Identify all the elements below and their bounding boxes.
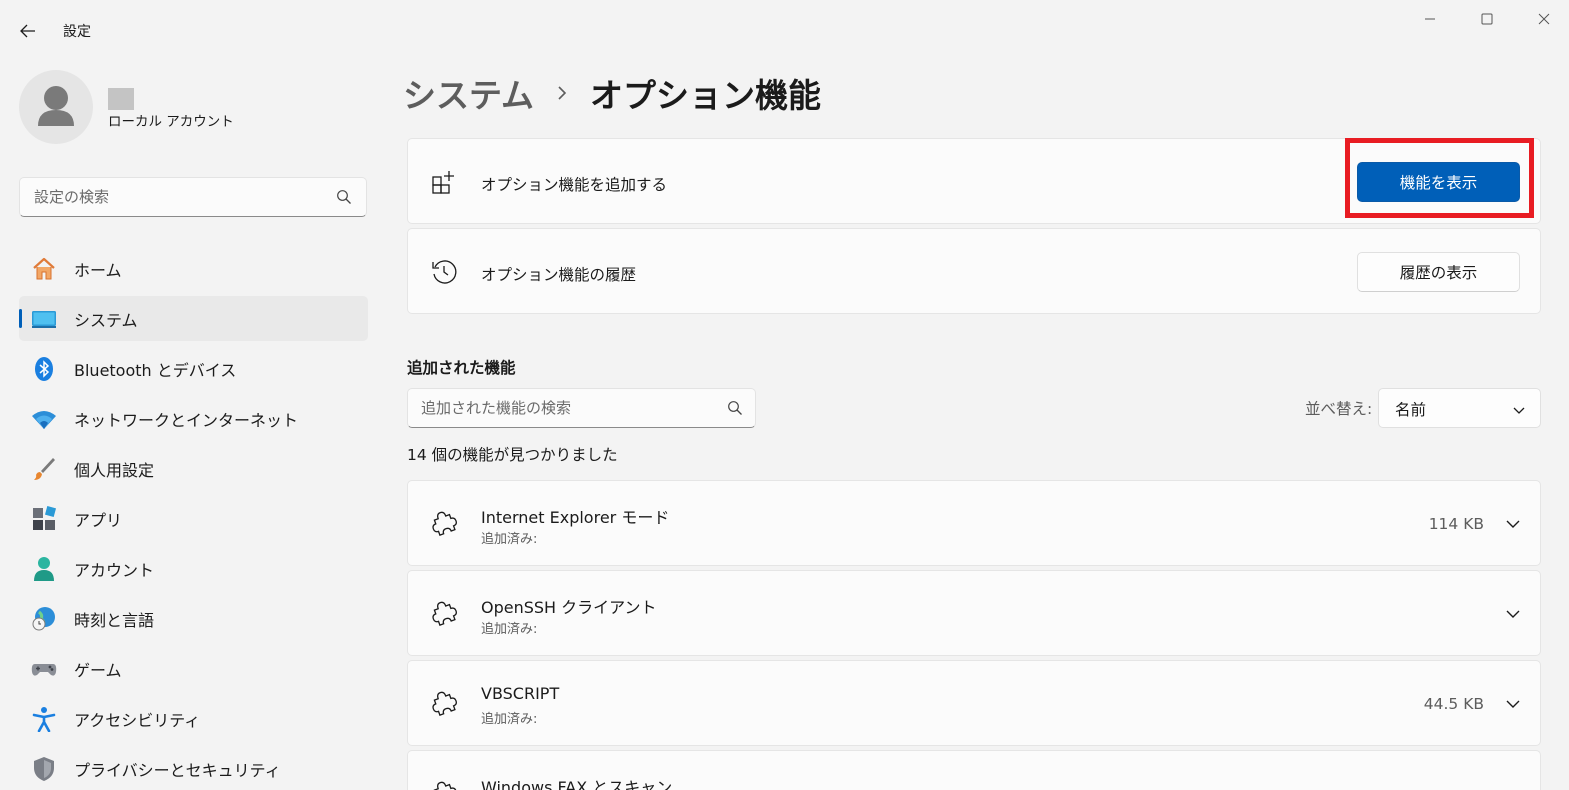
feature-history-card: オプション機能の履歴 履歴の表示 [407,228,1541,314]
feature-name: Internet Explorer モード [481,508,670,527]
back-button[interactable] [12,16,44,46]
bluetooth-icon [31,356,57,382]
feature-row[interactable]: Internet Explorer モード 追加済み: 114 KB [407,480,1541,566]
sidebar-item-gaming[interactable]: ゲーム [19,646,368,691]
sidebar-item-accessibility[interactable]: アクセシビリティ [19,696,368,741]
feature-count-text: 14 個の機能が見つかりました [407,446,618,464]
feature-name: OpenSSH クライアント [481,598,657,617]
sidebar-item-label: システム [74,310,138,330]
close-icon [1538,13,1550,25]
search-icon[interactable] [727,400,743,416]
added-features-heading: 追加された機能 [407,359,516,377]
puzzle-piece-icon [430,689,458,717]
chevron-down-icon[interactable] [1504,695,1522,713]
wifi-icon [31,406,57,432]
feature-row[interactable]: OpenSSH クライアント 追加済み: [407,570,1541,656]
sidebar-item-label: ネットワークとインターネット [74,410,299,430]
sidebar-nav: ホーム システム Bluetooth とデバイス ネットワークとインターネット … [19,246,368,790]
sidebar-item-label: ホーム [74,260,122,280]
sidebar-item-time-language[interactable]: 時刻と言語 [19,596,368,641]
minimize-icon [1425,18,1435,20]
chevron-right-icon [556,85,568,101]
feature-row[interactable]: Windows FAX とスキャン [407,750,1541,790]
sidebar-item-label: アプリ [74,510,123,530]
sidebar-item-privacy[interactable]: プライバシーとセキュリティ [19,746,368,790]
sidebar-item-network[interactable]: ネットワークとインターネット [19,396,368,441]
add-feature-label: オプション機能を追加する [481,176,668,194]
add-apps-icon [430,168,458,196]
time-language-icon [31,606,57,632]
chevron-down-icon[interactable] [1504,515,1522,533]
feature-name: Windows FAX とスキャン [481,778,673,790]
view-history-button[interactable]: 履歴の表示 [1357,252,1520,292]
user-silhouette-icon [38,86,74,126]
sort-dropdown[interactable]: 名前 [1378,388,1541,428]
sidebar-item-label: アクセシビリティ [74,710,201,730]
feature-status: 追加済み: [481,532,538,547]
brush-icon [31,456,57,482]
account-icon [31,556,57,582]
chevron-down-icon [1512,402,1526,416]
close-button[interactable] [1524,8,1564,30]
sidebar-item-label: Bluetooth とデバイス [74,360,237,380]
search-icon[interactable] [336,189,352,205]
sort-label: 並べ替え: [1305,400,1373,418]
added-features-search-input[interactable] [421,397,711,419]
minimize-button[interactable] [1410,8,1450,30]
sidebar-item-apps[interactable]: アプリ [19,496,368,541]
account-type-label: ローカル アカウント [108,114,234,130]
sidebar-item-personalization[interactable]: 個人用設定 [19,446,368,491]
sidebar-item-bluetooth[interactable]: Bluetooth とデバイス [19,346,368,391]
puzzle-piece-icon [430,599,458,627]
feature-status: 追加済み: [481,712,538,727]
highlight-annotation [1345,138,1534,218]
sidebar-item-home[interactable]: ホーム [19,246,368,291]
settings-search-input[interactable] [34,186,324,208]
user-name-redacted [108,88,134,110]
sidebar-item-accounts[interactable]: アカウント [19,546,368,591]
title-bar: 設定 [0,0,1569,58]
feature-size: 114 KB [1428,515,1484,533]
feature-row[interactable]: VBSCRIPT 追加済み: 44.5 KB [407,660,1541,746]
feature-status: 追加済み: [481,622,538,637]
page-title: オプション機能 [590,76,822,115]
sidebar-item-label: 時刻と言語 [74,610,155,630]
maximize-button[interactable] [1467,8,1507,30]
system-icon [31,306,57,332]
settings-search-box[interactable] [19,177,367,217]
sidebar-item-label: アカウント [74,560,155,580]
app-title: 設定 [63,24,91,40]
chevron-down-icon[interactable] [1504,605,1522,623]
sidebar-item-label: ゲーム [74,660,122,680]
history-icon [430,258,458,286]
back-arrow-icon [20,24,35,38]
sidebar-item-label: 個人用設定 [74,460,155,480]
feature-name: VBSCRIPT [481,684,560,703]
breadcrumb: システム オプション機能 [403,70,821,116]
shield-icon [31,756,57,782]
feature-size: 44.5 KB [1423,695,1484,713]
avatar[interactable] [19,70,93,144]
breadcrumb-parent[interactable]: システム [403,69,534,117]
maximize-icon [1481,13,1493,25]
puzzle-piece-icon [430,779,458,790]
home-icon [31,256,57,282]
sidebar-item-system[interactable]: システム [19,296,368,341]
gamepad-icon [31,656,57,682]
apps-icon [31,505,57,532]
feature-history-label: オプション機能の履歴 [481,266,637,284]
sort-selected-value: 名前 [1395,401,1427,419]
sidebar-item-label: プライバシーとセキュリティ [74,760,281,780]
puzzle-piece-icon [430,509,458,537]
accessibility-icon [31,706,57,732]
added-features-search-box[interactable] [407,388,756,428]
